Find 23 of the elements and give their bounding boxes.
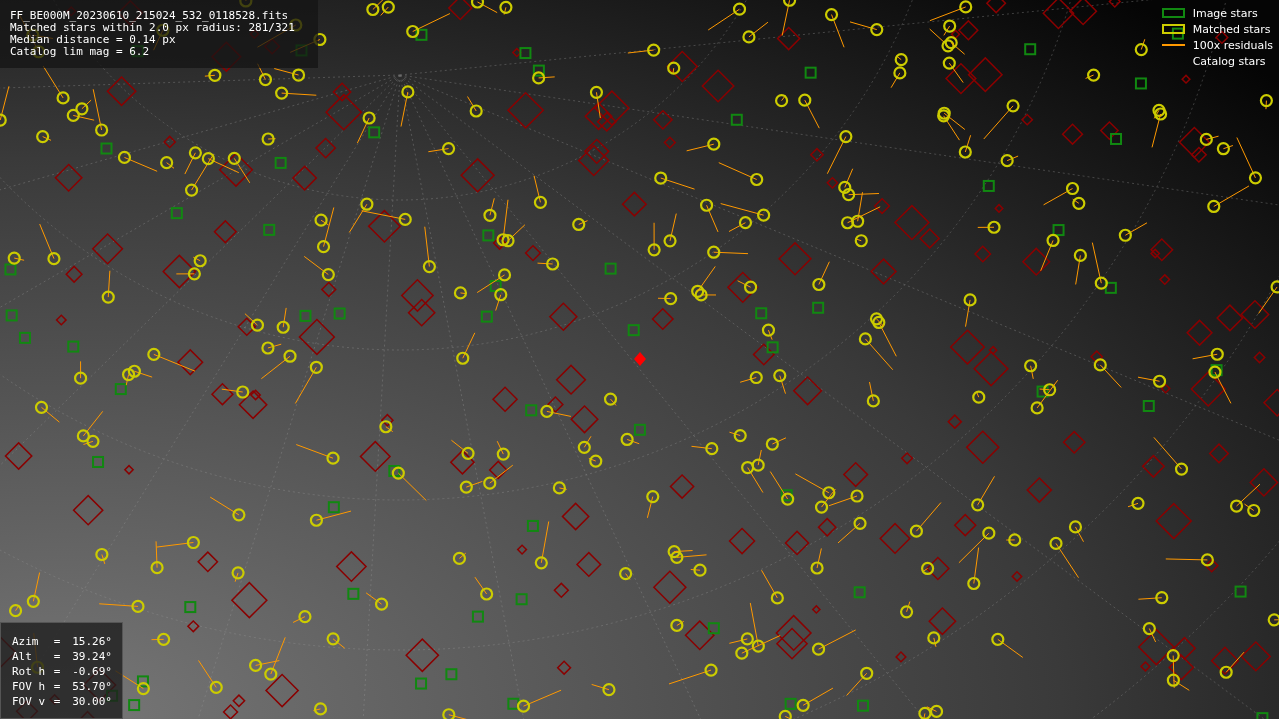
pointing-value: 30.00° <box>72 696 112 708</box>
equals-sign: = <box>53 651 62 663</box>
pointing-value: 15.26° <box>72 636 112 648</box>
info-text: Matched stars within 2.0 px radius: 281/321 <box>10 22 296 34</box>
equals-sign: = <box>53 666 62 678</box>
legend-label: Matched stars <box>1192 22 1271 36</box>
legend-label: Image stars <box>1192 6 1258 20</box>
legend-label: Catalog stars <box>1192 54 1266 68</box>
info-text: Median distance = 0.14 px <box>10 34 177 46</box>
equals-sign: = <box>53 681 62 693</box>
pointing-label: Azim <box>12 636 40 648</box>
pointing-label: FOV v <box>12 696 47 708</box>
pointing-label: Rot h <box>12 666 47 678</box>
equals-sign: = <box>53 636 62 648</box>
pointing-label: Alt <box>12 651 33 663</box>
pointing-value: -0.69° <box>72 666 112 678</box>
equals-sign: = <box>53 696 62 708</box>
info-text: Catalog lim mag = 6.2 <box>10 46 151 58</box>
legend-label: 100x residuals <box>1192 38 1273 52</box>
info-text: FF_BE000M_20230610_215024_532_0118528.fits <box>10 10 290 22</box>
pointing-label: FOV h <box>12 681 47 693</box>
pointing-value: 39.24° <box>72 651 112 663</box>
pointing-value: 53.70° <box>72 681 112 693</box>
